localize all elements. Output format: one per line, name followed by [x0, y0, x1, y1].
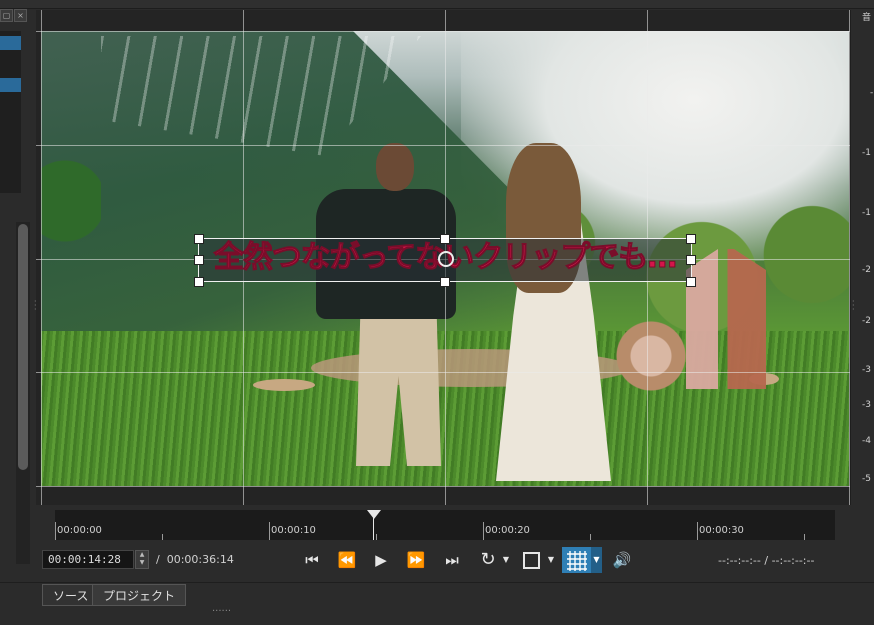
ruler-tick	[55, 522, 56, 540]
resize-handle-top[interactable]	[440, 234, 450, 244]
tab-project[interactable]: プロジェクト	[92, 584, 187, 606]
float-panel-icon[interactable]: ▢	[0, 9, 13, 22]
grid-line-h	[36, 31, 850, 32]
tab-source[interactable]: ソース	[42, 584, 100, 606]
fast-forward-icon[interactable]: ⏩	[405, 548, 427, 572]
meter-label: -1	[862, 148, 871, 158]
grid-line-h	[36, 145, 850, 146]
close-panel-icon[interactable]: ×	[14, 9, 27, 22]
ruler-mark-label: 00:00:10	[271, 525, 316, 536]
resize-handle-bottom-left[interactable]	[194, 277, 204, 287]
bouquet	[611, 321, 691, 391]
background-women	[686, 249, 766, 389]
ruler-tick	[162, 534, 163, 540]
meter-label: -3	[862, 400, 871, 410]
bottom-splitter-handle[interactable]: ······	[212, 606, 231, 617]
pouf	[253, 379, 315, 391]
play-icon[interactable]: ▶	[372, 548, 390, 572]
grid-dropdown-icon[interactable]: ▼	[591, 547, 602, 573]
ruler-mark-label: 00:00:20	[485, 525, 530, 536]
volume-icon[interactable]: 🔊	[610, 548, 634, 572]
left-list-selected-item-2[interactable]	[0, 78, 21, 92]
loop-icon[interactable]: ↻	[478, 548, 498, 572]
rewind-icon[interactable]: ⏪	[336, 548, 358, 572]
spin-down-icon[interactable]: ▼	[136, 559, 148, 567]
ruler-mark-label: 00:00:00	[57, 525, 102, 536]
meter-label: -	[870, 88, 874, 98]
meter-label: -2	[862, 265, 871, 275]
meter-label: -5	[862, 474, 871, 484]
duration-separator: /	[156, 553, 160, 566]
skip-to-start-icon[interactable]: ⏮	[302, 548, 322, 572]
trees-left	[41, 71, 101, 331]
audio-meter-panel	[850, 10, 874, 505]
resize-handle-bottom[interactable]	[440, 277, 450, 287]
resize-handle-top-right[interactable]	[686, 234, 696, 244]
zoom-fit-square	[522, 552, 540, 569]
in-out-point-display: --:--:--:-- / --:--:--:--	[718, 554, 815, 567]
skip-to-end-icon[interactable]: ⏭	[442, 548, 462, 572]
ruler-tick	[376, 534, 377, 540]
top-strip	[0, 0, 874, 9]
ruler-tick	[590, 534, 591, 540]
ruler-tick	[697, 522, 698, 540]
left-list-selected-item[interactable]	[0, 36, 21, 50]
timecode-spinner[interactable]: ▲ ▼	[135, 550, 149, 569]
meter-label: -2	[862, 316, 871, 326]
meter-label: -3	[862, 365, 871, 375]
resize-handle-bottom-right[interactable]	[686, 277, 696, 287]
playhead-marker[interactable]	[367, 510, 381, 519]
meter-label: -1	[862, 208, 871, 218]
ruler-tick	[804, 534, 805, 540]
ruler-tick	[269, 522, 270, 540]
meter-label: -4	[862, 436, 871, 446]
grid-line-h	[36, 486, 850, 487]
resize-handle-right[interactable]	[686, 255, 696, 265]
resize-handle-top-left[interactable]	[194, 234, 204, 244]
audio-meter-title: 音	[862, 13, 872, 23]
loop-dropdown-icon[interactable]: ▼	[500, 548, 512, 572]
man-head	[376, 143, 414, 191]
grid-line-h	[36, 372, 850, 373]
current-timecode-field[interactable]: 00:00:14:28	[42, 550, 134, 569]
resize-handle-left[interactable]	[194, 255, 204, 265]
grid-icon	[567, 551, 587, 571]
left-scrollbar-thumb[interactable]	[18, 224, 28, 470]
duration-display: / 00:00:36:14	[156, 553, 234, 566]
ruler-tick	[483, 522, 484, 540]
left-panel-list[interactable]	[0, 31, 21, 193]
duration-value: 00:00:36:14	[166, 553, 234, 566]
zoom-fit-icon[interactable]	[520, 548, 542, 572]
spin-up-icon[interactable]: ▲	[136, 551, 148, 559]
zoom-dropdown-icon[interactable]: ▼	[545, 548, 557, 572]
right-splitter-handle[interactable]: · · ·	[852, 298, 855, 314]
grid-line-v	[41, 10, 42, 505]
anchor-handle[interactable]	[438, 251, 454, 267]
ruler-mark-label: 00:00:30	[699, 525, 744, 536]
